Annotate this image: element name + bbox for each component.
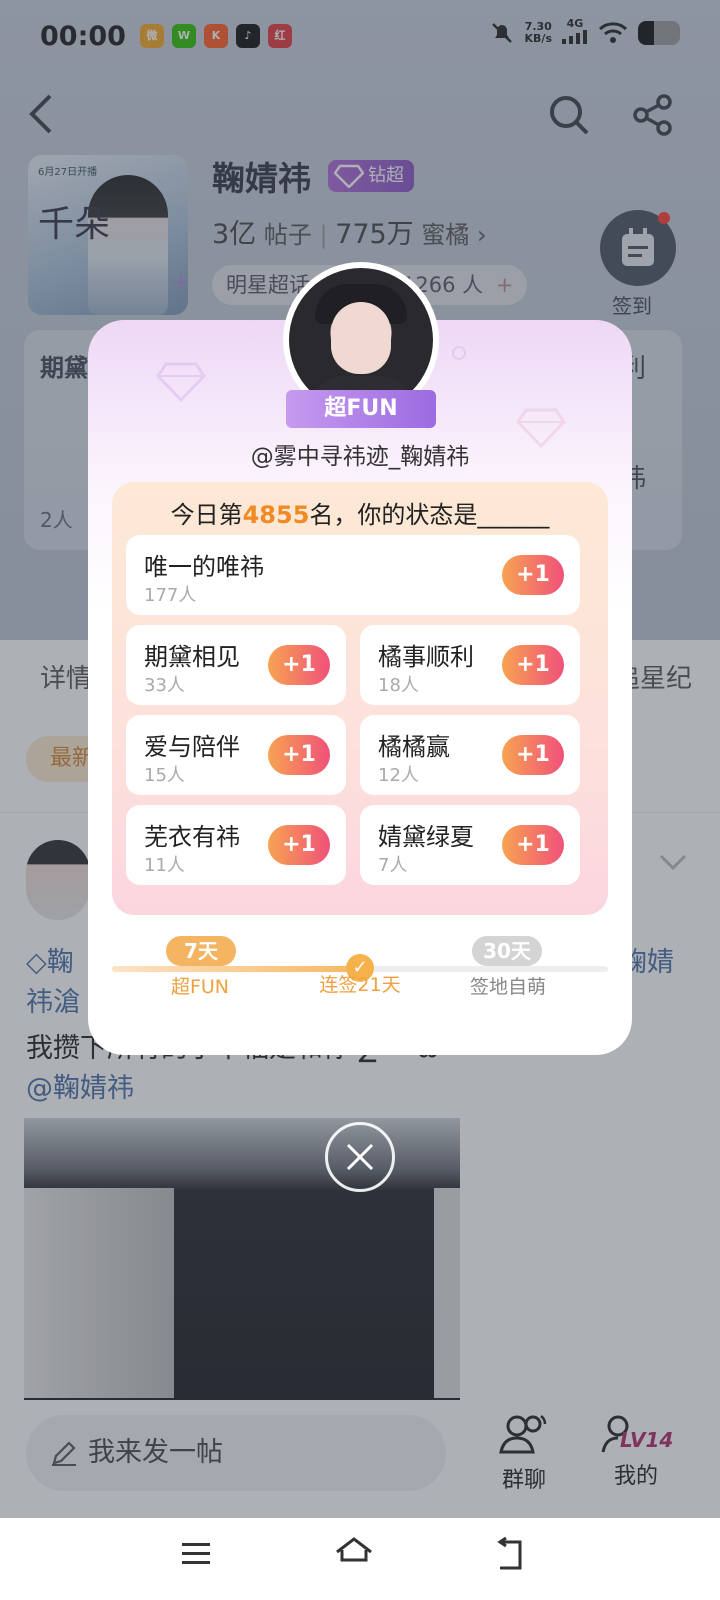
close-button[interactable] (325, 1122, 395, 1192)
milestone-7-label: 超FUN (170, 976, 230, 998)
bubble-decoration (452, 346, 466, 360)
fan-level-badge: 超FUN (286, 390, 436, 428)
status-option[interactable]: 橘事顺利 18人 +1 (360, 625, 580, 705)
plus-one-button[interactable]: +1 (268, 735, 330, 775)
status-option[interactable]: 期黛相见 33人 +1 (126, 625, 346, 705)
close-icon (346, 1143, 374, 1171)
status-option[interactable]: 爱与陪伴 15人 +1 (126, 715, 346, 795)
status-option[interactable]: 橘橘赢 12人 +1 (360, 715, 580, 795)
milestone-30-days: 30天 (472, 936, 542, 966)
milestone-current-label: 连签21天 (319, 974, 401, 996)
plus-one-button[interactable]: +1 (268, 825, 330, 865)
plus-one-button[interactable]: +1 (502, 645, 564, 685)
milestone-30-label: 签地自萌 (469, 976, 546, 998)
status-option[interactable]: 唯一的唯祎 177人 +1 (126, 535, 580, 615)
menu-icon[interactable] (180, 1540, 212, 1568)
status-option[interactable]: 婧黛绿夏 7人 +1 (360, 805, 580, 885)
rank-number: 4855 (242, 501, 310, 529)
milestone-7-days: 7天 (166, 936, 236, 966)
username: @雾中寻祎迹_鞠婧祎 (250, 444, 470, 470)
status-question: 今日第4855名，你的状态是______ (170, 501, 550, 529)
plus-one-button[interactable]: +1 (268, 645, 330, 685)
diamond-decoration-icon (156, 362, 206, 402)
plus-one-button[interactable]: +1 (502, 825, 564, 865)
system-nav-bar (0, 1518, 720, 1600)
status-option[interactable]: 芜衣有祎 11人 +1 (126, 805, 346, 885)
home-icon[interactable] (334, 1536, 374, 1570)
plus-one-button[interactable]: +1 (502, 555, 564, 595)
plus-one-button[interactable]: +1 (502, 735, 564, 775)
back-nav-icon[interactable] (494, 1536, 526, 1572)
